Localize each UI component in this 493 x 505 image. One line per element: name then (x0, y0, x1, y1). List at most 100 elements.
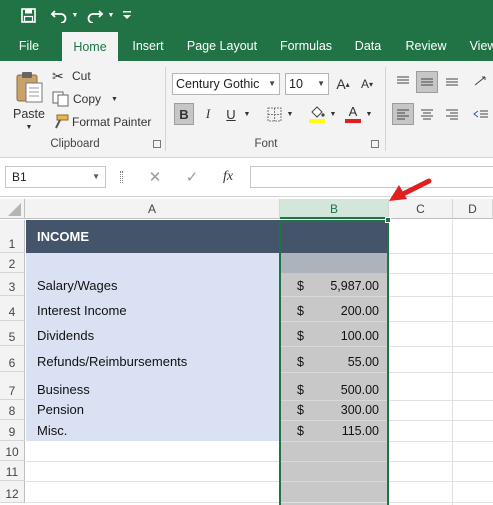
name-box-dropdown-icon[interactable]: ▼ (92, 167, 100, 187)
ribbon-tabs: File Home Insert Page Layout Formulas Da… (0, 31, 493, 61)
row-header-3[interactable]: 3 (0, 273, 25, 296)
undo-dropdown-icon[interactable]: ▼ (70, 4, 80, 26)
font-launcher-icon[interactable] (371, 140, 379, 148)
font-name-combo[interactable]: Century Gothic ▼ (172, 73, 280, 95)
row-header-5[interactable]: 5 (0, 321, 25, 346)
paste-icon (16, 72, 43, 103)
gridline (389, 420, 493, 421)
font-size-dropdown-icon: ▼ (317, 79, 325, 88)
tab-review[interactable]: Review (396, 31, 456, 61)
gridline (452, 220, 453, 505)
paste-button[interactable]: Paste ▼ (10, 67, 48, 135)
ribbon-home: Paste ▼ ✂ Cut Copy ▼ Format Painter Clip… (0, 61, 493, 158)
formula-bar-grip-icon[interactable] (120, 171, 123, 183)
gridline (26, 461, 493, 462)
tab-data[interactable]: Data (348, 31, 388, 61)
font-name-dropdown-icon: ▼ (268, 79, 276, 88)
save-icon[interactable] (16, 4, 40, 26)
row-header-12[interactable]: 12 (0, 481, 25, 503)
tab-page-layout[interactable]: Page Layout (180, 31, 264, 61)
borders-dropdown-icon[interactable]: ▼ (285, 103, 295, 125)
italic-icon[interactable]: I (199, 103, 217, 125)
cell-a9[interactable]: Misc. (26, 420, 279, 441)
font-size-combo[interactable]: 10 ▼ (285, 73, 329, 95)
increase-font-size-icon[interactable]: A ▴ (334, 74, 352, 94)
paste-dropdown-icon: ▼ (25, 124, 33, 131)
fill-color-dropdown-icon[interactable]: ▼ (328, 103, 338, 125)
redo-dropdown-icon[interactable]: ▼ (106, 4, 116, 26)
font-name-value: Century Gothic (176, 77, 260, 91)
row-header-8[interactable]: 8 (0, 400, 25, 420)
align-bottom-icon[interactable] (441, 71, 463, 91)
name-box-value: B1 (12, 170, 27, 184)
gridline (389, 321, 493, 322)
fill-color-icon[interactable] (307, 103, 327, 125)
income-header-cell[interactable]: INCOME (26, 220, 279, 253)
scissors-icon: ✂ (52, 67, 64, 84)
cancel-entry-icon[interactable]: ✕ (145, 167, 165, 187)
tab-home[interactable]: Home (62, 32, 118, 61)
gridline (389, 441, 493, 442)
cell-a8[interactable]: Pension (26, 400, 279, 420)
red-arrow-annotation (389, 178, 432, 201)
insert-function-icon[interactable]: fx (217, 167, 239, 187)
column-header-b[interactable]: B (280, 199, 389, 219)
gridline (26, 481, 493, 482)
row-header-2[interactable]: 2 (0, 253, 25, 273)
row-header-6[interactable]: 6 (0, 346, 25, 372)
copy-label: Copy (73, 92, 102, 106)
row-header-1[interactable]: 1 (0, 220, 25, 253)
gridline (389, 296, 493, 297)
cell-a5[interactable]: Dividends (26, 321, 279, 346)
tab-insert[interactable]: Insert (124, 31, 172, 61)
selection-border (279, 220, 389, 505)
copy-icon (52, 91, 69, 107)
decrease-font-size-icon[interactable]: A ▾ (358, 74, 376, 94)
clipboard-launcher-icon[interactable] (153, 140, 161, 148)
bold-button[interactable]: B (174, 103, 194, 125)
orientation-icon[interactable] (470, 71, 492, 91)
row-header-10[interactable]: 10 (0, 441, 25, 461)
format-painter-icon (55, 114, 69, 129)
align-top-icon[interactable] (392, 71, 414, 91)
align-center-icon[interactable] (416, 103, 438, 125)
row-header-7[interactable]: 7 (0, 372, 25, 400)
customize-qat-icon[interactable] (120, 4, 134, 26)
formula-input[interactable] (250, 166, 493, 188)
tab-formulas[interactable]: Formulas (272, 31, 340, 61)
gridline (389, 253, 493, 254)
row-header-11[interactable]: 11 (0, 461, 25, 481)
cell-a3[interactable]: Salary/Wages (26, 273, 279, 296)
borders-icon[interactable] (265, 105, 283, 123)
confirm-entry-icon[interactable]: ✓ (182, 167, 202, 187)
align-left-icon[interactable] (392, 103, 414, 125)
font-size-value: 10 (289, 77, 303, 91)
worksheet-grid[interactable]: A B C D 1 2 3 4 5 6 7 8 9 10 11 12 INCOM… (0, 197, 493, 505)
column-header-d[interactable]: D (453, 199, 493, 219)
column-header-a[interactable]: A (25, 199, 280, 219)
tab-view[interactable]: View (462, 31, 493, 61)
tab-file[interactable]: File (8, 31, 50, 61)
fill-handle[interactable] (385, 217, 391, 223)
cell-a6[interactable]: Refunds/Reimbursements (26, 346, 279, 372)
align-right-icon[interactable] (441, 103, 463, 125)
decrease-indent-icon[interactable] (470, 103, 492, 125)
copy-button[interactable]: Copy ▼ (52, 89, 122, 109)
format-painter-button[interactable]: Format Painter (52, 112, 154, 132)
align-middle-icon[interactable] (416, 71, 438, 93)
group-separator (165, 67, 166, 151)
cell-a4[interactable]: Interest Income (26, 296, 279, 321)
font-color-dropdown-icon[interactable]: ▼ (364, 103, 374, 125)
underline-dropdown-icon[interactable]: ▼ (242, 103, 252, 125)
underline-icon[interactable]: U (222, 103, 240, 125)
undo-icon[interactable] (48, 4, 70, 26)
row-header-9[interactable]: 9 (0, 420, 25, 441)
gridline (389, 400, 493, 401)
row-header-4[interactable]: 4 (0, 296, 25, 321)
font-color-icon[interactable]: A (344, 103, 362, 125)
cut-button[interactable]: ✂ Cut (52, 66, 112, 86)
select-all-corner[interactable] (0, 199, 25, 219)
cell-a7[interactable]: Business (26, 372, 279, 400)
redo-icon[interactable] (84, 4, 106, 26)
name-box[interactable]: B1 ▼ (5, 166, 106, 188)
